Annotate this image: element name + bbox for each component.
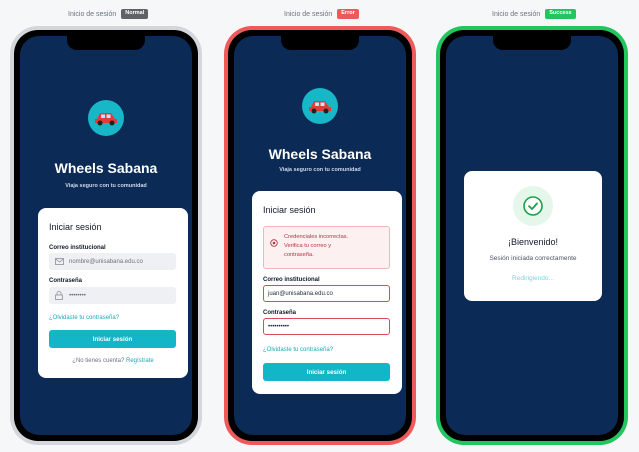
lock-icon [55, 291, 65, 300]
app-title: Wheels Sabana [54, 160, 158, 176]
phone-notch [281, 36, 359, 50]
forgot-password-link[interactable]: ¿Olvidaste tu contraseña? [263, 347, 333, 353]
phone-notch [493, 36, 571, 50]
caption-success: Inicio de sesión Success [492, 8, 576, 20]
login-screen: Wheels Sabana Viaja seguro con tu comuni… [234, 36, 406, 435]
app-subtitle: Viaja seguro con tu comunidad [279, 167, 361, 173]
email-field[interactable]: juan@unisabana.edu.co [263, 285, 390, 302]
login-heading: Iniciar sesión [49, 222, 102, 232]
phone-success: ¡Bienvenido! Sesión iniciada correctamen… [436, 26, 628, 445]
login-button[interactable]: Iniciar sesión [49, 330, 176, 348]
phone-bezel: Wheels Sabana Viaja seguro con tu comuni… [14, 30, 198, 441]
no-account-text: ¿No tienes cuenta? [72, 358, 125, 364]
car-icon [88, 100, 124, 136]
app-subtitle: Viaja seguro con tu comunidad [65, 183, 147, 189]
mail-icon [55, 258, 65, 265]
password-field[interactable]: •••••••• [49, 287, 176, 304]
email-label: Correo institucional [263, 277, 320, 283]
password-value: •••••••••• [268, 323, 290, 330]
error-alert: Credenciales incorrectas. Verifica tu co… [263, 226, 390, 269]
password-field[interactable]: •••••••••• [263, 318, 390, 335]
redirect-text: Redirigiendo... [512, 275, 554, 282]
phone-normal: Wheels Sabana Viaja seguro con tu comuni… [10, 26, 202, 445]
phone-error: Wheels Sabana Viaja seguro con tu comuni… [224, 26, 416, 445]
caption-error: Inicio de sesión Error [284, 8, 359, 20]
login-card: Iniciar sesión Correo institucional nomb… [38, 208, 188, 378]
email-field[interactable]: nombre@unisabana.edu.co [49, 253, 176, 270]
password-label: Contraseña [263, 310, 297, 316]
email-value: juan@unisabana.edu.co [268, 290, 333, 297]
email-label: Correo institucional [49, 245, 106, 251]
status-badge: Success [545, 9, 576, 19]
error-message: Credenciales incorrectas. Verifica tu co… [284, 233, 348, 262]
password-label: Contraseña [49, 278, 83, 284]
check-circle-icon [513, 186, 553, 226]
car-icon [302, 88, 338, 124]
phone-bezel: ¡Bienvenido! Sesión iniciada correctamen… [440, 30, 624, 441]
login-screen: Wheels Sabana Viaja seguro con tu comuni… [20, 36, 192, 435]
app-title: Wheels Sabana [268, 146, 372, 162]
success-card: ¡Bienvenido! Sesión iniciada correctamen… [464, 171, 602, 301]
success-message: Sesión iniciada correctamente [489, 255, 577, 262]
caption-label: Inicio de sesión [68, 10, 117, 18]
welcome-title: ¡Bienvenido! [507, 237, 559, 247]
phone-bezel: Wheels Sabana Viaja seguro con tu comuni… [228, 30, 412, 441]
login-card: Iniciar sesión Credenciales incorrectas.… [252, 191, 402, 394]
error-line: Credenciales incorrectas. [284, 234, 349, 240]
phone-notch [67, 36, 145, 50]
register-prompt: ¿No tienes cuenta? Regístrate [38, 358, 188, 364]
caption-normal: Inicio de sesión Normal [68, 8, 149, 20]
password-placeholder: •••••••• [69, 292, 86, 299]
email-placeholder: nombre@unisabana.edu.co [69, 258, 143, 265]
status-badge: Error [337, 9, 359, 19]
register-link[interactable]: Regístrate [126, 358, 154, 364]
error-line: Verifica tu correo y [284, 243, 332, 249]
alert-icon [270, 234, 278, 262]
caption-label: Inicio de sesión [492, 10, 541, 18]
login-button[interactable]: Iniciar sesión [263, 363, 390, 381]
success-screen: ¡Bienvenido! Sesión iniciada correctamen… [446, 36, 618, 435]
error-line: contraseña. [284, 252, 314, 258]
forgot-password-link[interactable]: ¿Olvidaste tu contraseña? [49, 315, 119, 321]
caption-label: Inicio de sesión [284, 10, 333, 18]
login-heading: Iniciar sesión [263, 205, 316, 215]
status-badge: Normal [121, 9, 149, 19]
